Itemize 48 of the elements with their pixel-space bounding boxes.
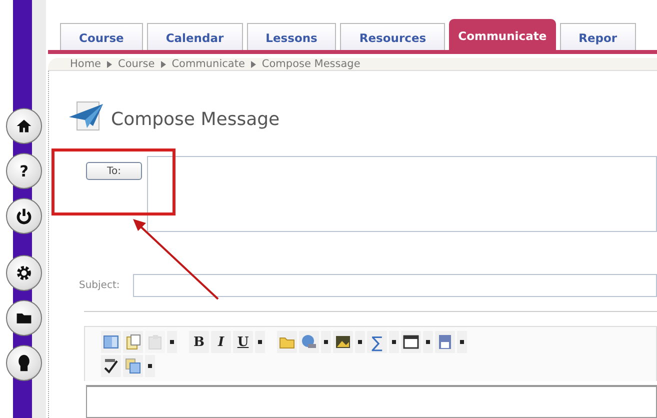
- breadcrumb-arrow-icon: [160, 60, 166, 68]
- to-button[interactable]: To:: [86, 162, 142, 180]
- home-icon: [15, 117, 33, 135]
- subject-label: Subject:: [78, 280, 121, 291]
- gear-icon: [15, 264, 33, 282]
- subject-field[interactable]: [133, 274, 657, 297]
- dropdown-caret-icon[interactable]: [321, 331, 331, 353]
- breadcrumb-arrow-icon: [107, 60, 112, 68]
- breadcrumb-link[interactable]: Home: [70, 58, 102, 70]
- message-body-field[interactable]: [86, 385, 657, 418]
- help-icon: ?: [15, 162, 33, 180]
- breadcrumb-arrow-icon: [250, 60, 256, 68]
- dropdown-caret-icon[interactable]: [255, 331, 265, 353]
- gear-button[interactable]: [6, 255, 42, 291]
- help-button[interactable]: ?: [6, 153, 42, 189]
- nav-tab[interactable]: Communicate: [449, 19, 556, 50]
- spell-icon[interactable]: [101, 355, 121, 377]
- dropdown-caret-icon[interactable]: [167, 331, 177, 353]
- nav-tab[interactable]: Lessons: [246, 23, 336, 50]
- folder-button[interactable]: [6, 300, 42, 336]
- power-button[interactable]: [6, 198, 42, 234]
- breadcrumb-link[interactable]: Communicate: [172, 58, 245, 70]
- format-button[interactable]: ∑: [367, 331, 387, 353]
- nav-tab[interactable]: Resources: [340, 23, 446, 50]
- format-button[interactable]: B: [189, 331, 209, 353]
- recipients-field[interactable]: [147, 156, 657, 232]
- dropdown-caret-icon[interactable]: [457, 331, 467, 353]
- save-icon[interactable]: [435, 331, 455, 353]
- folder-icon[interactable]: [277, 331, 297, 353]
- person-button[interactable]: [6, 345, 42, 381]
- window-icon[interactable]: [401, 331, 421, 353]
- format-button[interactable]: U: [233, 331, 253, 353]
- dropdown-caret-icon[interactable]: [423, 331, 433, 353]
- breadcrumb-link[interactable]: Compose Message: [262, 58, 360, 70]
- format-button[interactable]: I: [211, 331, 231, 353]
- breadcrumb-link[interactable]: Course: [118, 58, 155, 70]
- copy-icon[interactable]: [123, 355, 143, 377]
- nav-tab[interactable]: Calendar: [146, 23, 243, 50]
- table-icon[interactable]: [101, 331, 121, 353]
- nav-tab[interactable]: Course: [60, 23, 143, 50]
- home-button[interactable]: [6, 108, 42, 144]
- dropdown-caret-icon[interactable]: [389, 331, 399, 353]
- image-icon[interactable]: [333, 331, 353, 353]
- dropdown-caret-icon[interactable]: [355, 331, 365, 353]
- nav-tab[interactable]: Repor: [560, 23, 636, 50]
- power-icon: [15, 207, 33, 225]
- dropdown-caret-icon[interactable]: [145, 355, 155, 377]
- page-title: Compose Message: [111, 109, 280, 130]
